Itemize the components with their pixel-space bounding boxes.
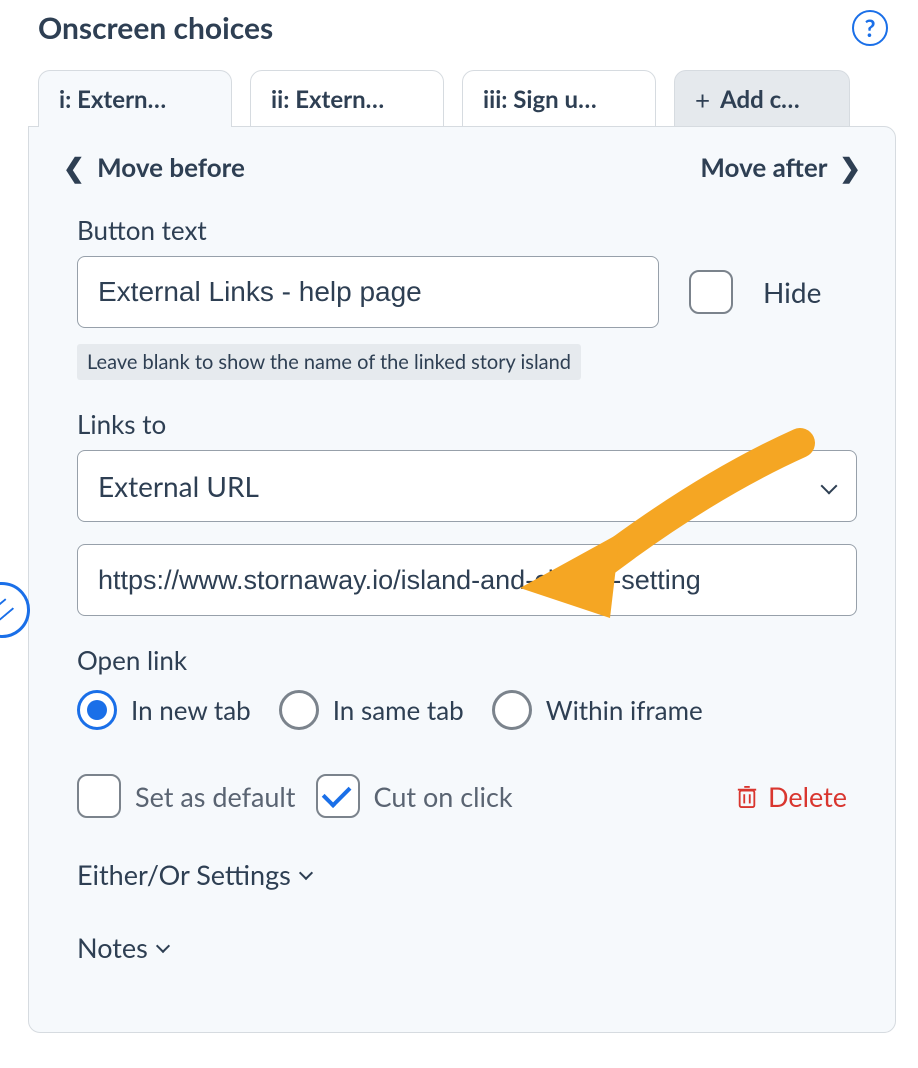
help-icon[interactable]: ? xyxy=(852,10,888,46)
tab-add-choice[interactable]: + Add c… xyxy=(674,70,850,127)
links-to-select[interactable]: External URL xyxy=(77,450,857,522)
set-default-checkbox[interactable] xyxy=(77,774,121,818)
external-url-input[interactable] xyxy=(77,544,857,616)
radio-icon xyxy=(77,690,117,730)
notes-toggle[interactable]: Notes xyxy=(77,931,847,964)
hide-label: Hide xyxy=(763,275,821,309)
delete-button[interactable]: Delete xyxy=(736,780,847,813)
hide-checkbox[interactable] xyxy=(689,270,733,314)
chevron-left-icon: ❮ xyxy=(63,151,85,183)
either-or-toggle[interactable]: Either/Or Settings xyxy=(77,858,847,891)
radio-icon xyxy=(492,690,532,730)
open-link-label: Open link xyxy=(77,644,847,676)
tab-choice-2[interactable]: ii: Extern… xyxy=(250,70,444,127)
radio-new-tab[interactable]: In new tab xyxy=(77,690,251,730)
chevron-right-icon: ❯ xyxy=(839,151,861,183)
either-or-label: Either/Or Settings xyxy=(77,858,291,891)
radio-icon xyxy=(279,690,319,730)
radio-same-tab-label: In same tab xyxy=(333,694,464,726)
tabs-bar: i: Extern… ii: Extern… iii: Sign u… + Ad… xyxy=(0,46,918,127)
move-after-label: Move after xyxy=(700,151,827,183)
tab-choice-3[interactable]: iii: Sign u… xyxy=(462,70,656,127)
cut-on-click-option[interactable]: Cut on click xyxy=(316,774,513,818)
move-before-label: Move before xyxy=(97,151,245,183)
radio-new-tab-label: In new tab xyxy=(131,694,251,726)
page-title: Onscreen choices xyxy=(38,10,273,46)
button-text-label: Button text xyxy=(77,214,847,246)
button-text-hint: Leave blank to show the name of the link… xyxy=(77,344,581,380)
cut-on-click-label: Cut on click xyxy=(374,780,513,813)
delete-label: Delete xyxy=(768,780,847,813)
radio-same-tab[interactable]: In same tab xyxy=(279,690,464,730)
plus-icon: + xyxy=(695,87,710,113)
set-default-label: Set as default xyxy=(135,780,296,813)
radio-iframe-label: Within iframe xyxy=(546,694,703,726)
links-to-label: Links to xyxy=(77,408,847,440)
tab-choice-1[interactable]: i: Extern… xyxy=(38,70,232,127)
chevron-down-icon xyxy=(299,865,313,879)
cut-on-click-checkbox[interactable] xyxy=(316,774,360,818)
move-before-button[interactable]: ❮ Move before xyxy=(57,151,245,184)
trash-icon xyxy=(736,783,758,809)
choice-panel: ❮ Move before Move after ❯ Button text H… xyxy=(28,126,896,1033)
move-after-button[interactable]: Move after ❯ xyxy=(700,151,867,184)
chevron-down-icon xyxy=(156,938,170,952)
radio-within-iframe[interactable]: Within iframe xyxy=(492,690,703,730)
notes-label: Notes xyxy=(77,931,148,964)
button-text-input[interactable] xyxy=(77,256,659,328)
set-default-option[interactable]: Set as default xyxy=(77,774,296,818)
tab-add-label: Add c… xyxy=(720,85,800,114)
